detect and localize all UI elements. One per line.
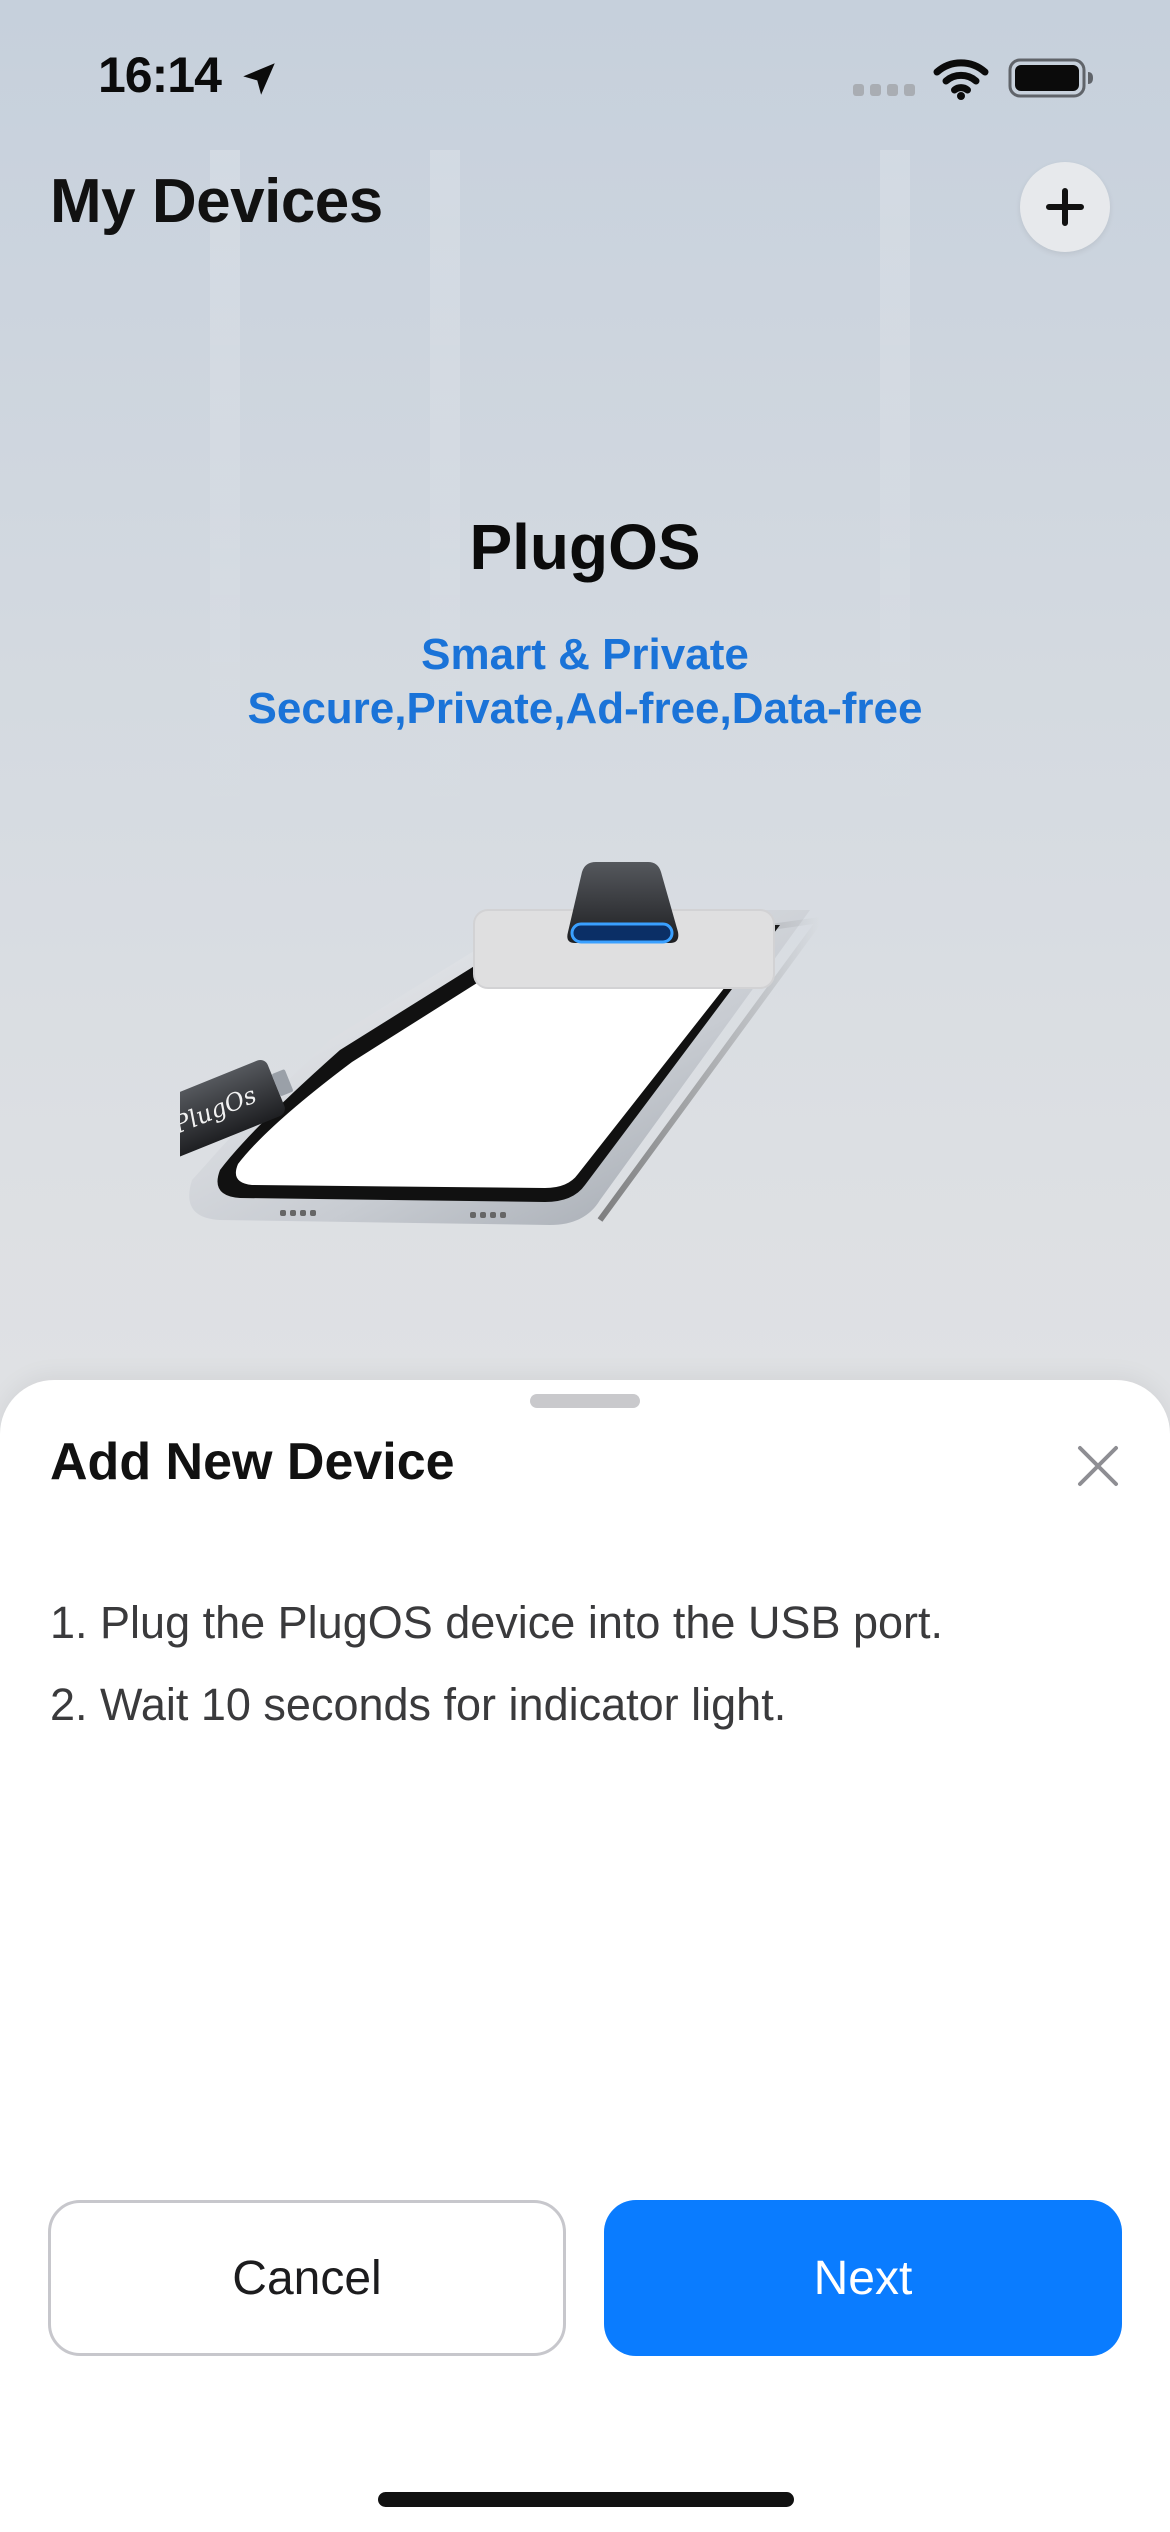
- battery-icon: [1008, 58, 1093, 98]
- background-decoration: [430, 150, 460, 850]
- usb-port-card: [473, 862, 775, 989]
- background-decoration: [210, 150, 240, 850]
- sheet-title: Add New Device: [50, 1433, 455, 1491]
- product-name: PlugOS: [469, 511, 701, 583]
- add-device-sheet: Add New Device 1. Plug the PlugOS device…: [0, 1380, 1170, 2532]
- status-time: 16:14: [98, 47, 222, 103]
- screen: 16:14 My Devices PlugOS Smart & Private …: [0, 0, 1170, 2532]
- status-bar: 16:14: [0, 0, 1170, 150]
- home-indicator[interactable]: [378, 2492, 794, 2507]
- close-button[interactable]: [1068, 1436, 1128, 1496]
- instruction-step: 1. Plug the PlugOS device into the USB p…: [50, 1597, 944, 1648]
- add-device-button[interactable]: [1020, 162, 1110, 252]
- location-arrow-icon: [243, 63, 275, 95]
- plus-icon: [1046, 188, 1084, 226]
- instruction-step: 2. Wait 10 seconds for indicator light.: [50, 1679, 787, 1730]
- page-title: My Devices: [50, 167, 383, 236]
- next-button[interactable]: Next: [604, 2200, 1122, 2356]
- tagline-line-2: Secure,Private,Ad-free,Data-free: [247, 684, 923, 733]
- cellular-signal-icon: [853, 84, 915, 96]
- sheet-grabber[interactable]: [530, 1394, 640, 1408]
- instruction-list: 1. Plug the PlugOS device into the USB p…: [50, 1582, 1120, 1746]
- wifi-icon: [933, 59, 989, 100]
- cancel-button[interactable]: Cancel: [48, 2200, 566, 2356]
- device-illustration: PlugOs: [180, 862, 827, 1225]
- background-decoration: [880, 150, 910, 850]
- tagline-line-1: Smart & Private: [421, 630, 749, 679]
- close-icon: [1078, 1446, 1118, 1486]
